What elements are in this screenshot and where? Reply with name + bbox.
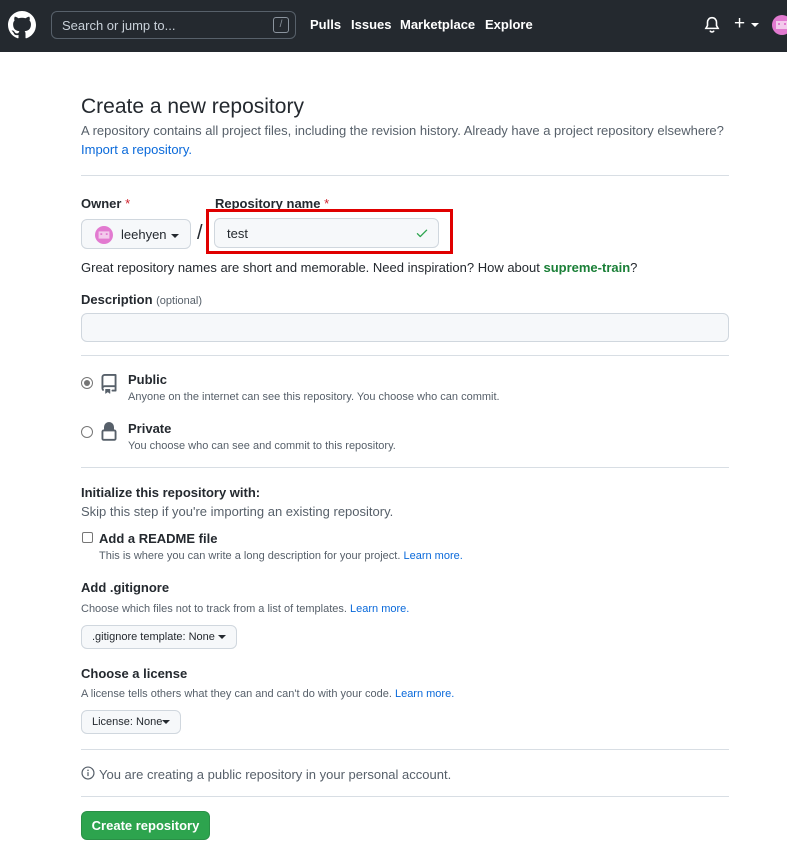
repo-name-hint: Great repository names are short and mem… xyxy=(81,260,637,275)
description-input[interactable] xyxy=(81,313,729,342)
required-mark: * xyxy=(125,196,131,211)
license-description-text: A license tells others what they can and… xyxy=(81,688,392,700)
hint-suffix: ? xyxy=(630,260,638,275)
license-description: A license tells others what they can and… xyxy=(81,688,454,700)
nav-explore[interactable]: Explore xyxy=(485,17,533,32)
global-header: Search or jump to... / Pulls Issues Mark… xyxy=(0,0,787,52)
search-placeholder: Search or jump to... xyxy=(62,18,176,33)
gitignore-title: Add .gitignore xyxy=(81,580,170,595)
nav-pulls[interactable]: Pulls xyxy=(310,17,341,32)
owner-avatar xyxy=(95,226,113,244)
gitignore-learn-more-link[interactable]: Learn more. xyxy=(350,603,409,615)
license-select[interactable]: License: None xyxy=(81,710,181,734)
name-suggestion[interactable]: supreme-train xyxy=(543,260,630,275)
slash-shortcut-badge: / xyxy=(273,17,289,33)
owner-name: leehyen xyxy=(121,227,167,242)
description-label-text: Description xyxy=(81,292,153,307)
divider xyxy=(81,796,729,797)
initialize-title: Initialize this repository with: xyxy=(81,485,261,500)
license-learn-more-link[interactable]: Learn more. xyxy=(395,688,454,700)
nav-issues[interactable]: Issues xyxy=(351,17,391,32)
bell-icon[interactable] xyxy=(703,15,721,35)
divider xyxy=(81,749,729,750)
divider xyxy=(81,467,729,468)
divider xyxy=(81,175,729,176)
gitignore-select-label: .gitignore template: None xyxy=(92,631,215,643)
private-radio[interactable] xyxy=(81,426,93,438)
gitignore-template-select[interactable]: .gitignore template: None xyxy=(81,625,237,649)
readme-description-text: This is where you can write a long descr… xyxy=(99,550,401,562)
repository-name-value: test xyxy=(227,226,248,241)
chevron-down-icon xyxy=(171,234,179,238)
nav-marketplace[interactable]: Marketplace xyxy=(400,17,475,32)
page-subtitle: A repository contains all project files,… xyxy=(81,123,724,138)
private-title: Private xyxy=(128,421,172,436)
hint-prefix: Great repository names are short and mem… xyxy=(81,260,544,275)
repository-name-input[interactable]: test xyxy=(214,218,439,248)
license-select-label: License: None xyxy=(92,716,163,728)
chevron-down-icon xyxy=(218,635,226,639)
readme-learn-more-link[interactable]: Learn more. xyxy=(403,550,462,562)
visibility-notice: You are creating a public repository in … xyxy=(99,767,452,782)
public-title: Public xyxy=(128,372,168,387)
owner-repo-separator: / xyxy=(197,222,203,244)
owner-select[interactable]: leehyen xyxy=(81,219,191,249)
chevron-down-icon xyxy=(751,23,759,27)
divider xyxy=(81,355,729,356)
github-logo-icon[interactable] xyxy=(8,11,36,39)
initialize-subtitle: Skip this step if you're importing an ex… xyxy=(81,504,394,519)
lock-icon xyxy=(101,422,117,441)
optional-tag: (optional) xyxy=(156,295,202,307)
import-repository-link[interactable]: Import a repository. xyxy=(81,142,192,157)
create-repository-button[interactable]: Create repository xyxy=(81,811,210,840)
gitignore-description-text: Choose which files not to track from a l… xyxy=(81,603,347,615)
check-icon xyxy=(416,229,428,238)
search-input[interactable]: Search or jump to... / xyxy=(51,11,296,39)
repo-icon xyxy=(101,374,117,394)
page-title: Create a new repository xyxy=(81,95,304,118)
private-description: You choose who can see and commit to thi… xyxy=(128,440,396,452)
plus-icon[interactable]: + xyxy=(734,14,745,34)
public-radio[interactable] xyxy=(81,377,93,389)
info-icon xyxy=(81,766,95,780)
owner-label-text: Owner xyxy=(81,196,122,211)
license-title: Choose a license xyxy=(81,666,188,681)
chevron-down-icon xyxy=(162,720,170,724)
avatar[interactable] xyxy=(772,15,787,35)
readme-checkbox[interactable] xyxy=(82,532,93,543)
readme-title: Add a README file xyxy=(99,531,218,546)
owner-label: Owner * xyxy=(81,196,130,211)
gitignore-description: Choose which files not to track from a l… xyxy=(81,603,409,615)
description-label: Description (optional) xyxy=(81,292,202,307)
public-description: Anyone on the internet can see this repo… xyxy=(128,391,500,403)
readme-description: This is where you can write a long descr… xyxy=(99,550,463,562)
